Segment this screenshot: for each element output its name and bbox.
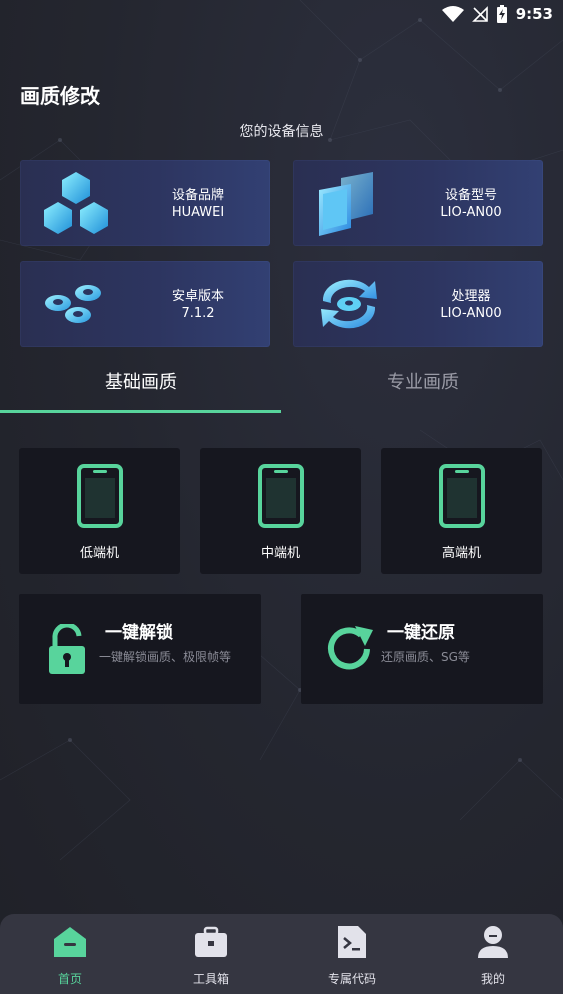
tab-indicator [0,410,281,413]
unlock-icon [49,624,85,674]
battery-charging-icon [496,5,507,23]
card-label: 设备品牌 [171,188,224,203]
tab-basic-quality[interactable]: 基础画质 [0,368,282,394]
nav-home[interactable]: 首页 [0,914,140,994]
cubes-icon [44,172,108,234]
card-value: LIO-AN00 [440,306,502,321]
phone-icon [77,464,123,528]
device-model-card: 设备型号 LIO-AN00 [293,160,543,246]
card-value: LIO-AN00 [440,205,502,220]
card-label: 处理器 [451,289,491,304]
status-time: 9:53 [515,5,553,23]
processor-card: 处理器 LIO-AN00 [293,261,543,347]
card-text: 处理器 LIO-AN00 [405,288,537,322]
nav-toolbox[interactable]: 工具箱 [141,914,281,994]
nav-profile[interactable]: 我的 [423,914,563,994]
user-icon [478,926,508,958]
phone-icon [439,464,485,528]
nav-label: 首页 [57,972,82,986]
nuts-icon [45,285,101,323]
mid-range-device-button[interactable]: 中端机 [200,448,361,574]
no-signal-icon [471,6,488,22]
one-click-restore-button[interactable]: 一键还原 还原画质、SG等 [301,594,543,704]
action-title: 一键还原 [387,623,455,643]
device-level-label: 高端机 [441,546,481,561]
processor-cycle-icon [321,279,377,329]
device-level-label: 中端机 [260,546,300,561]
device-info-heading: 您的设备信息 [239,124,324,140]
device-brand-card: 设备品牌 HUAWEI [20,160,270,246]
terminal-file-icon [338,926,366,958]
one-click-unlock-button[interactable]: 一键解锁 一键解锁画质、极限帧等 [19,594,261,704]
card-text: 设备品牌 HUAWEI [132,187,264,221]
refresh-icon [328,626,373,670]
card-value: 7.1.2 [181,306,215,321]
bottom-navigation: 首页 工具箱 专属代码 我的 [0,914,563,994]
screens-icon [319,172,373,236]
nav-label: 工具箱 [192,972,229,986]
card-value: HUAWEI [171,205,225,220]
card-label: 安卓版本 [171,289,224,304]
tab-pro-quality[interactable]: 专业画质 [282,368,563,394]
high-end-device-button[interactable]: 高端机 [381,448,542,574]
page-title: 画质修改 [20,84,100,108]
toolbox-icon [195,926,227,957]
nav-exclusive-code[interactable]: 专属代码 [282,914,422,994]
status-icons: 9:53 [441,5,553,23]
android-version-card: 安卓版本 7.1.2 [20,261,270,347]
nav-label: 我的 [480,972,505,986]
wifi-icon [441,6,464,22]
action-title: 一键解锁 [105,623,173,643]
card-label: 设备型号 [444,188,497,203]
card-text: 安卓版本 7.1.2 [132,288,264,322]
status-bar: 9:53 [0,0,563,32]
action-subtitle: 还原画质、SG等 [381,650,470,664]
action-subtitle: 一键解锁画质、极限帧等 [99,650,232,664]
low-end-device-button[interactable]: 低端机 [19,448,180,574]
home-icon [54,927,86,957]
card-text: 设备型号 LIO-AN00 [405,187,537,221]
device-level-label: 低端机 [79,546,119,561]
phone-icon [258,464,304,528]
nav-label: 专属代码 [327,972,376,986]
